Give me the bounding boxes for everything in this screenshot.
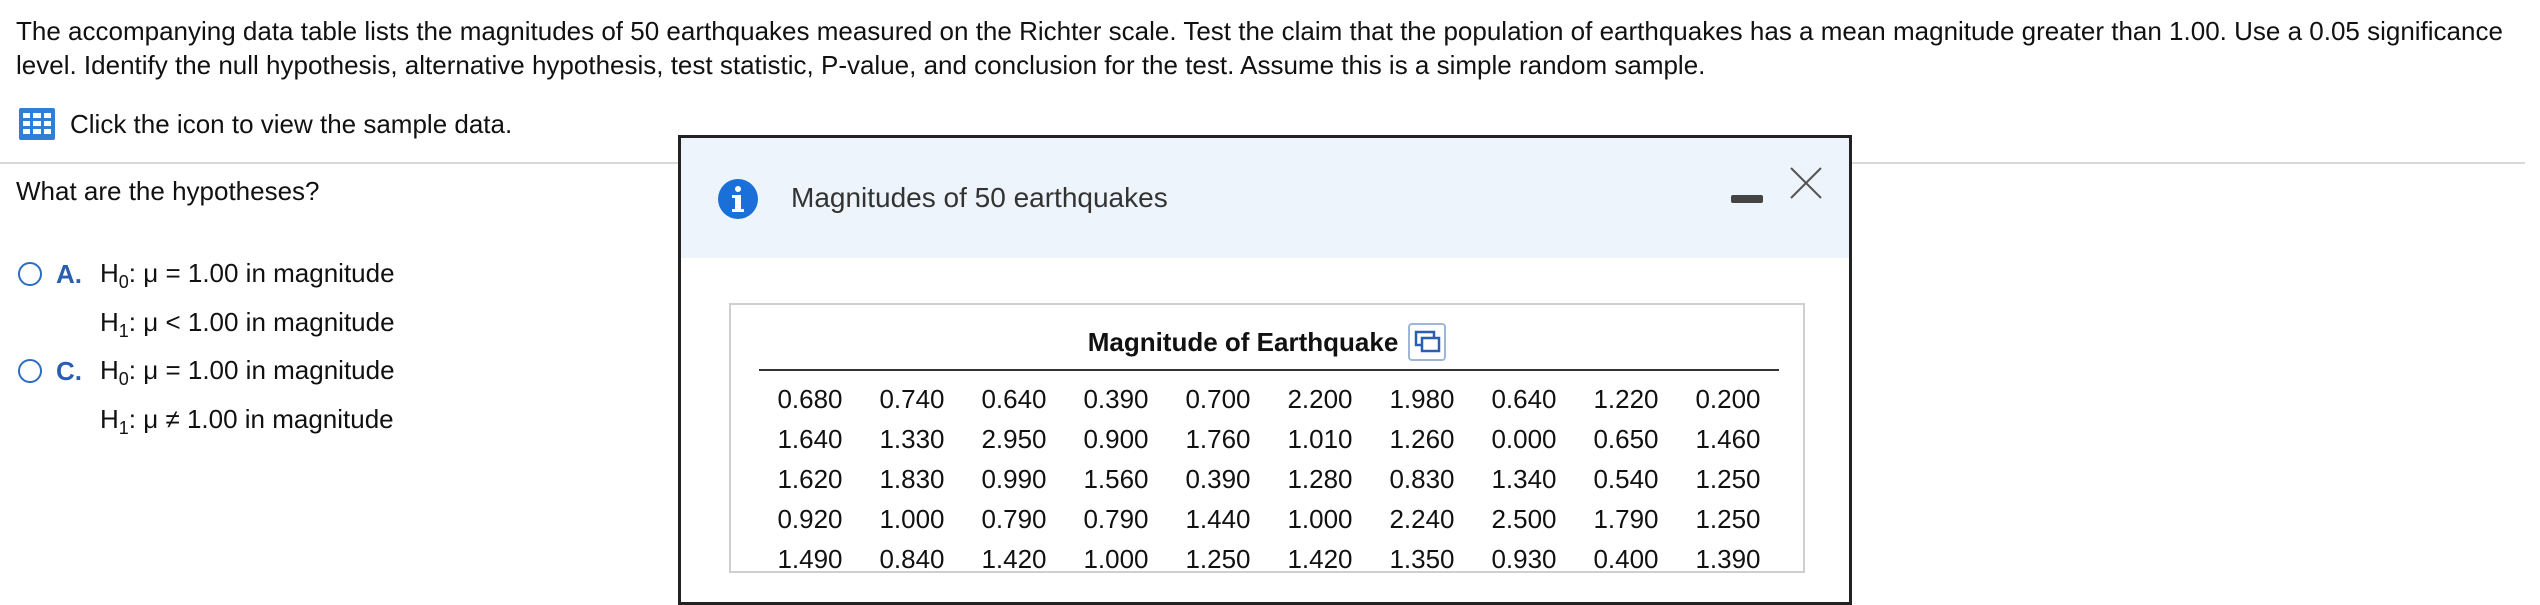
table-header-rule: [759, 369, 1779, 371]
table-title-text: Magnitude of Earthquake: [1087, 326, 1399, 357]
table-row: 1.620 1.830 0.990 1.560 0.390 1.280 0.830 1.340…: [759, 459, 1779, 499]
copy-table-icon[interactable]: [1408, 323, 1447, 361]
choice-a-alternative-hypothesis: H1: μ < 1.00 in magnitude: [100, 307, 395, 342]
table-cell: 1.330: [879, 423, 945, 454]
table-cell: 1.790: [1593, 503, 1659, 534]
minimize-icon[interactable]: [1731, 193, 1763, 205]
hypotheses-prompt: What are the hypotheses?: [16, 176, 320, 206]
choice-c-radio[interactable]: [18, 359, 42, 383]
table-cell: 0.650: [1593, 423, 1659, 454]
table-cell: 1.440: [1185, 503, 1251, 534]
table-cell: 0.390: [1083, 383, 1149, 414]
choice-c-null-hypothesis: H0: μ = 1.00 in magnitude: [100, 355, 395, 390]
table-cell: 0.640: [981, 383, 1047, 414]
table-grid-icon[interactable]: [18, 107, 56, 141]
table-cell: 1.010: [1287, 423, 1353, 454]
table-row: 1.490 0.840 1.420 1.000 1.250 1.420 1.350 0.930…: [759, 539, 1779, 579]
question-text: The accompanying data table lists the ma…: [16, 16, 2503, 80]
table-cell: 1.340: [1491, 463, 1557, 494]
table-cell: 1.760: [1185, 423, 1251, 454]
choice-c-hypotheses: H0: μ = 1.00 in magnitude H1: μ ≠ 1.00 i…: [100, 350, 395, 448]
view-sample-data-label[interactable]: Click the icon to view the sample data.: [70, 109, 512, 140]
dialog-header: Magnitudes of 50 earthquakes: [681, 138, 1849, 258]
table-cell: 2.240: [1389, 503, 1455, 534]
table-cell: 1.000: [879, 503, 945, 534]
table-row: 1.640 1.330 2.950 0.900 1.760 1.010 1.260 0.000…: [759, 419, 1779, 459]
table-cell: 1.260: [1389, 423, 1455, 454]
table-cell: 0.790: [1083, 503, 1149, 534]
table-cell: 0.000: [1491, 423, 1557, 454]
table-cell: 1.420: [981, 543, 1047, 574]
table-cell: 0.840: [879, 543, 945, 574]
choice-c[interactable]: C. H0: μ = 1.00 in magnitude H1: μ ≠ 1.0…: [18, 350, 395, 448]
sample-data-table-frame: Magnitude of Earthquake 0.680 0.740 0.640 0…: [729, 303, 1805, 574]
table-cell: 0.640: [1491, 383, 1557, 414]
table-cell: 1.280: [1287, 463, 1353, 494]
choice-a[interactable]: A. H0: μ = 1.00 in magnitude H1: μ < 1.0…: [18, 253, 395, 351]
magnitude-table: 0.680 0.740 0.640 0.390 0.700 2.200 1.980 0.640…: [759, 379, 1779, 579]
table-title: Magnitude of Earthquake: [731, 323, 1803, 361]
table-cell: 1.000: [1083, 543, 1149, 574]
view-sample-data-link[interactable]: Click the icon to view the sample data.: [18, 106, 512, 142]
table-cell: 0.400: [1593, 543, 1659, 574]
table-cell: 0.920: [777, 503, 843, 534]
table-cell: 1.980: [1389, 383, 1455, 414]
table-cell: 0.680: [777, 383, 843, 414]
table-cell: 1.830: [879, 463, 945, 494]
table-cell: 0.700: [1185, 383, 1251, 414]
table-cell: 1.250: [1695, 503, 1761, 534]
table-cell: 1.250: [1185, 543, 1251, 574]
table-cell: 0.790: [981, 503, 1047, 534]
choice-c-alternative-hypothesis: H1: μ ≠ 1.00 in magnitude: [100, 404, 394, 439]
table-cell: 1.490: [777, 543, 843, 574]
close-icon[interactable]: [1785, 162, 1827, 204]
table-cell: 1.390: [1695, 543, 1761, 574]
table-cell: 1.250: [1695, 463, 1761, 494]
table-row: 0.680 0.740 0.640 0.390 0.700 2.200 1.980 0.640…: [759, 379, 1779, 419]
table-cell: 2.200: [1287, 383, 1353, 414]
table-cell: 1.350: [1389, 543, 1455, 574]
table-cell: 1.560: [1083, 463, 1149, 494]
table-row: 0.920 1.000 0.790 0.790 1.440 1.000 2.240 2.500…: [759, 499, 1779, 539]
table-cell: 1.220: [1593, 383, 1659, 414]
choice-a-letter: A.: [56, 259, 82, 289]
table-cell: 1.420: [1287, 543, 1353, 574]
table-cell: 0.540: [1593, 463, 1659, 494]
choice-a-hypotheses: H0: μ = 1.00 in magnitude H1: μ < 1.00 i…: [100, 253, 395, 351]
table-cell: 1.640: [777, 423, 843, 454]
table-cell: 0.930: [1491, 543, 1557, 574]
table-cell: 0.990: [981, 463, 1047, 494]
info-icon: [718, 179, 758, 219]
table-cell: 2.950: [981, 423, 1047, 454]
sample-data-dialog: Magnitudes of 50 earthquakes Magnitude o…: [678, 135, 1852, 605]
table-cell: 1.000: [1287, 503, 1353, 534]
table-cell: 0.830: [1389, 463, 1455, 494]
table-cell: 2.500: [1491, 503, 1557, 534]
table-cell: 0.200: [1695, 383, 1761, 414]
table-cell: 1.620: [777, 463, 843, 494]
table-cell: 1.460: [1695, 423, 1761, 454]
table-cell: 0.900: [1083, 423, 1149, 454]
table-cell: 0.390: [1185, 463, 1251, 494]
choice-a-radio[interactable]: [18, 262, 42, 286]
table-cell: 0.740: [879, 383, 945, 414]
choice-c-letter: C.: [56, 356, 82, 386]
choice-a-null-hypothesis: H0: μ = 1.00 in magnitude: [100, 258, 395, 293]
dialog-title: Magnitudes of 50 earthquakes: [791, 182, 1168, 213]
